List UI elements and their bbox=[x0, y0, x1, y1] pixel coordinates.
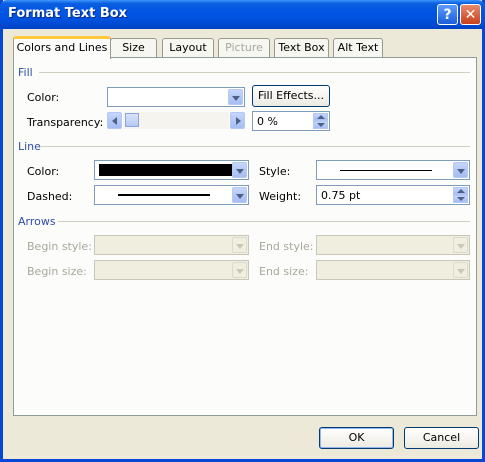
arrows-section-heading: Arrows bbox=[18, 215, 56, 228]
fill-color-label: Color: bbox=[27, 91, 60, 104]
line-color-swatch bbox=[99, 164, 232, 176]
line-style-dropdown[interactable] bbox=[316, 160, 470, 180]
begin-style-dropdown bbox=[94, 235, 249, 255]
tab-label: Alt Text bbox=[337, 41, 379, 54]
chevron-down-icon bbox=[453, 237, 468, 253]
slider-right-arrow-icon[interactable] bbox=[230, 112, 245, 129]
fill-effects-button[interactable]: Fill Effects... bbox=[252, 85, 330, 107]
tab-layout[interactable]: Layout bbox=[162, 38, 214, 57]
fill-separator bbox=[39, 72, 470, 73]
tab-alt-text[interactable]: Alt Text bbox=[333, 38, 383, 57]
begin-size-dropdown bbox=[94, 260, 249, 280]
transparency-value: 0 % bbox=[257, 115, 278, 128]
line-color-label: Color: bbox=[27, 165, 60, 178]
end-style-label: End style: bbox=[259, 240, 314, 253]
fill-color-dropdown[interactable] bbox=[107, 87, 245, 107]
dashed-dropdown[interactable] bbox=[94, 185, 249, 205]
tab-label: Layout bbox=[169, 41, 207, 54]
window-title: Format Text Box bbox=[8, 6, 128, 21]
dash-sample bbox=[118, 194, 210, 196]
transparency-spinner[interactable]: 0 % bbox=[252, 111, 330, 131]
chevron-down-icon bbox=[232, 262, 247, 278]
chevron-down-icon[interactable] bbox=[232, 162, 247, 178]
chevron-down-icon[interactable] bbox=[228, 89, 243, 105]
spin-up-icon[interactable] bbox=[313, 113, 328, 121]
chevron-down-icon bbox=[232, 237, 247, 253]
spin-down-icon[interactable] bbox=[313, 121, 328, 129]
tab-text-box[interactable]: Text Box bbox=[274, 38, 329, 57]
chevron-down-icon[interactable] bbox=[453, 162, 468, 178]
end-style-dropdown bbox=[316, 235, 470, 255]
dashed-label: Dashed: bbox=[27, 190, 73, 203]
tab-colors-and-lines[interactable]: Colors and Lines bbox=[13, 36, 111, 59]
line-section-heading: Line bbox=[18, 140, 41, 153]
line-style-label: Style: bbox=[259, 165, 291, 178]
arrows-separator bbox=[58, 221, 470, 222]
format-text-box-dialog: Format Text Box ? ✕ Colors and Lines Siz… bbox=[0, 0, 485, 462]
ok-button[interactable]: OK bbox=[319, 427, 394, 449]
chevron-down-icon[interactable] bbox=[232, 187, 247, 203]
title-bar[interactable]: Format Text Box ? ✕ bbox=[0, 0, 485, 29]
line-style-sample bbox=[340, 170, 432, 171]
tab-label: Colors and Lines bbox=[16, 41, 108, 54]
tab-label: Size bbox=[122, 41, 145, 54]
tab-label: Text Box bbox=[278, 41, 325, 54]
slider-left-arrow-icon[interactable] bbox=[107, 112, 122, 129]
weight-spinner[interactable]: 0.75 pt bbox=[316, 185, 470, 205]
line-separator bbox=[41, 146, 470, 147]
close-button[interactable]: ✕ bbox=[460, 4, 481, 25]
spin-down-icon[interactable] bbox=[453, 195, 468, 203]
chevron-down-icon bbox=[453, 262, 468, 278]
weight-label: Weight: bbox=[259, 190, 302, 203]
tab-picture: Picture bbox=[218, 38, 270, 57]
weight-value: 0.75 pt bbox=[321, 189, 361, 202]
help-button[interactable]: ? bbox=[437, 4, 458, 25]
slider-track[interactable] bbox=[123, 112, 229, 129]
spin-up-icon[interactable] bbox=[453, 187, 468, 195]
begin-style-label: Begin style: bbox=[27, 240, 92, 253]
fill-section-heading: Fill bbox=[18, 66, 33, 79]
tab-size[interactable]: Size bbox=[110, 38, 157, 57]
end-size-dropdown bbox=[316, 260, 470, 280]
transparency-slider[interactable] bbox=[107, 112, 245, 129]
begin-size-label: Begin size: bbox=[27, 265, 87, 278]
tab-label: Picture bbox=[225, 41, 263, 54]
end-size-label: End size: bbox=[259, 265, 309, 278]
line-color-dropdown[interactable] bbox=[94, 160, 249, 180]
cancel-button[interactable]: Cancel bbox=[404, 427, 479, 449]
transparency-label: Transparency: bbox=[27, 116, 104, 129]
slider-thumb[interactable] bbox=[125, 113, 139, 127]
